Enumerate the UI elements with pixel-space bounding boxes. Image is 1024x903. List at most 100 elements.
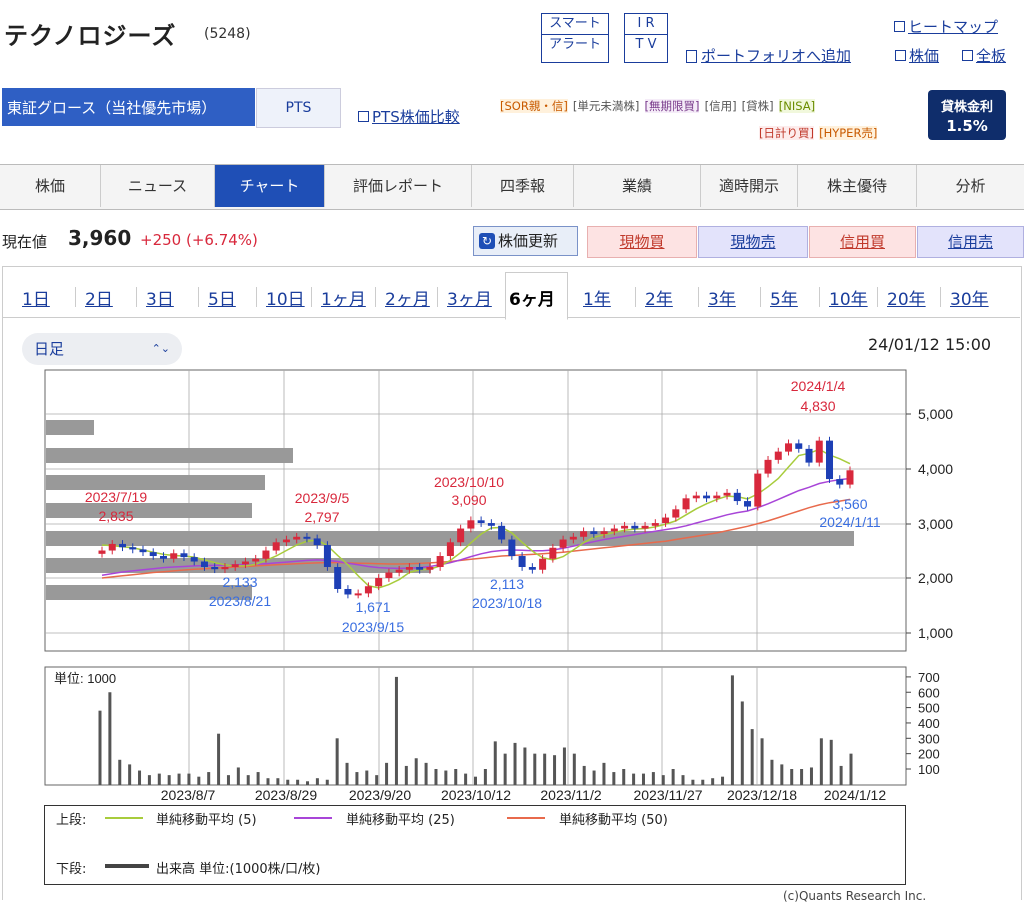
volume-bar [651, 772, 655, 785]
candle-body [293, 536, 301, 540]
volume-bar [553, 755, 557, 785]
candle-body [539, 558, 547, 570]
candle-body [149, 552, 157, 557]
legend-volume-swatch [105, 864, 149, 868]
volume-tick-label: 600 [918, 685, 940, 700]
volume-bar [177, 773, 181, 785]
candle-body [241, 561, 249, 565]
candle-body [231, 564, 239, 568]
chart-credit: (c)Quants Research Inc. [783, 889, 927, 903]
candle-body [569, 536, 577, 540]
candle-body [303, 536, 311, 539]
volume-bar [681, 775, 685, 785]
volume-bar [740, 701, 744, 785]
volume-bar [118, 759, 122, 785]
chart-annotation: 2,133 [222, 574, 257, 590]
price-tick-label: 2,000 [918, 570, 953, 586]
candle-body [170, 553, 178, 559]
candle-body [580, 531, 588, 537]
volume-bar [622, 769, 626, 785]
volume-bar [661, 775, 665, 785]
chart-annotation: 3,090 [451, 492, 486, 508]
legend-volume-label: 出来高 単位:(1000株/口/枚) [156, 862, 321, 877]
candle-body [744, 501, 752, 507]
chart-annotation: 2023/9/15 [342, 619, 404, 635]
candle-body [211, 567, 219, 570]
chart-annotation: 3,560 [832, 496, 867, 512]
redaction-bar [46, 475, 265, 490]
candle-body [98, 550, 106, 554]
volume-bar [592, 770, 596, 785]
candle-body [385, 572, 393, 578]
volume-bar [444, 770, 448, 785]
volume-tick-label: 400 [918, 716, 940, 731]
candle-body [846, 470, 854, 485]
candle-body [436, 556, 444, 568]
chart-annotation: 2023/7/19 [85, 489, 147, 505]
candle-body [108, 543, 116, 551]
chart-annotation: 2,113 [490, 576, 524, 592]
price-tick-label: 3,000 [918, 516, 953, 532]
volume-bar [246, 775, 250, 785]
volume-bar [691, 779, 695, 785]
candle-body [559, 539, 567, 548]
chart-annotation: 2023/10/18 [472, 595, 542, 611]
volume-bar [671, 769, 675, 785]
candle-body [662, 517, 670, 524]
candle-body [375, 578, 383, 587]
volume-bar [98, 710, 102, 785]
candle-body [795, 443, 803, 449]
price-tick-label: 1,000 [918, 625, 953, 641]
volume-bar [829, 739, 833, 785]
candle-body [262, 550, 270, 559]
volume-bar [483, 769, 487, 785]
candle-body [836, 479, 844, 485]
volume-tick-label: 700 [918, 670, 940, 685]
candle-body [498, 525, 506, 540]
volume-tick-label: 300 [918, 731, 940, 746]
volume-bar [602, 762, 606, 785]
x-axis-label: 2023/11/2 [540, 787, 601, 803]
volume-bar [306, 781, 310, 785]
volume-tick-label: 200 [918, 747, 940, 762]
chart-annotation: 2023/8/21 [209, 593, 271, 609]
volume-bar [404, 765, 408, 785]
legend-bottom-prefix: 下段: [56, 862, 87, 877]
legend-sma50-swatch [507, 817, 545, 819]
volume-tick-label: 100 [918, 762, 940, 777]
volume-tick-label: 500 [918, 701, 940, 716]
candle-body [200, 561, 208, 568]
volume-bar [612, 772, 616, 785]
candle-body [139, 549, 147, 553]
volume-bar [711, 778, 715, 785]
volume-bar [819, 738, 823, 785]
price-tick-label: 4,000 [918, 461, 953, 477]
candle-body [621, 525, 629, 529]
volume-bar [809, 767, 813, 785]
candle-body [426, 567, 434, 570]
volume-bar [167, 775, 171, 785]
chart-annotation: 2024/1/4 [791, 378, 846, 394]
volume-bar [325, 779, 329, 785]
volume-bar [582, 765, 586, 785]
candle-body [487, 523, 495, 526]
candle-body [815, 440, 823, 463]
volume-bar [454, 769, 458, 785]
volume-bar [849, 753, 853, 785]
volume-bar [385, 762, 389, 785]
price-tick-label: 5,000 [918, 406, 953, 422]
volume-bar [108, 692, 112, 785]
candle-body [528, 567, 536, 570]
candle-body [631, 525, 639, 529]
candle-body [600, 531, 608, 535]
volume-bar [632, 773, 636, 785]
volume-panel-frame [44, 666, 907, 786]
volume-bar [790, 769, 794, 785]
volume-bar [464, 773, 468, 785]
candle-body [467, 520, 475, 529]
candle-body [323, 545, 331, 568]
candle-body [764, 459, 772, 474]
candle-body [354, 593, 362, 596]
candle-body [590, 531, 598, 535]
candle-body [446, 542, 454, 557]
